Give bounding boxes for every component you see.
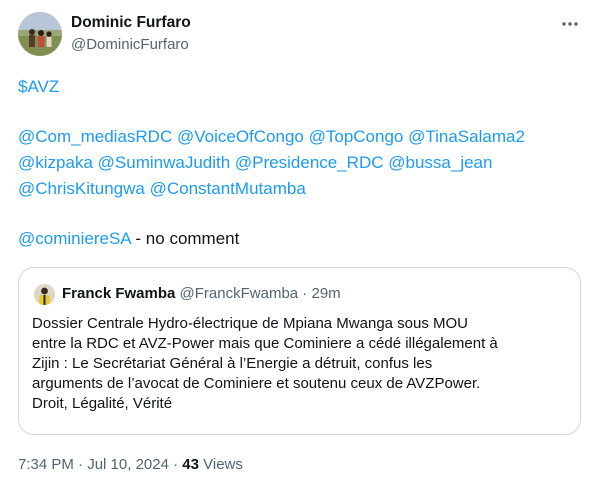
views-count: 43 [182,456,199,473]
quote-text-line: Droit, Légalité, Vérité [32,395,173,412]
mention-link[interactable]: @VoiceOfCongo [177,127,304,146]
quote-author-handle[interactable]: @FranckFwamba [180,285,299,302]
post-date[interactable]: Jul 10, 2024 [87,456,169,473]
mention-link[interactable]: @kizpaka [18,153,93,172]
mention-link[interactable]: @cominiereSA [18,229,131,248]
mentions-line-3: @ChrisKitungwa @ConstantMutamba [18,176,583,202]
quote-text-line: Dossier Centrale Hydro-électrique de Mpi… [32,315,469,332]
avatar-photo [18,12,62,56]
quote-text: Dossier Centrale Hydro-électrique de Mpi… [32,314,572,414]
mention-link[interactable]: @ConstantMutamba [150,179,306,198]
author-handle[interactable]: @DominicFurfaro [71,36,189,53]
mention-link[interactable]: @SuminwaJudith [98,153,231,172]
post-time[interactable]: 7:34 PM [18,456,74,473]
footer-separator: · [168,456,183,473]
reply-text: - no comment [130,229,240,248]
quote-text-line: Zijin : Le Secrétariat Général à l’Energ… [32,355,433,372]
quote-header: Franck Fwamba @FranckFwamba · 29m [62,285,341,302]
footer-separator: · [73,456,88,473]
quote-avatar[interactable] [34,284,55,305]
mentions-line-1: @Com_mediasRDC @VoiceOfCongo @TopCongo @… [18,124,583,150]
mention-link[interactable]: @TopCongo [309,127,404,146]
cashtag-link[interactable]: $AVZ [18,77,59,96]
mentions-line-2: @kizpaka @SuminwaJudith @Presidence_RDC … [18,150,583,176]
quote-author-name[interactable]: Franck Fwamba [62,285,175,302]
mention-link[interactable]: @bussa_jean [388,153,492,172]
mention-link[interactable]: @ChrisKitungwa [18,179,145,198]
mention-link[interactable]: @TinaSalama2 [408,127,525,146]
quote-text-line: entre la RDC et AVZ-Power mais que Comin… [32,335,498,352]
tweet: Dominic Furfaro @DominicFurfaro $AVZ @Co… [0,0,598,484]
quote-time[interactable]: 29m [311,285,340,302]
quoted-tweet[interactable]: Franck Fwamba @FranckFwamba · 29m Dossie… [18,267,581,435]
views-label: Views [198,456,243,473]
quote-separator: · [298,285,312,302]
tweet-text: $AVZ @Com_mediasRDC @VoiceOfCongo @TopCo… [18,74,583,252]
quote-avatar-photo [34,284,55,305]
quote-text-line: arguments de l’avocat de Cominiere et so… [32,375,481,392]
reply-line: @cominiereSA - no comment [18,226,583,252]
mention-link[interactable]: @Presidence_RDC [235,153,384,172]
tweet-footer: 7:34 PM · Jul 10, 2024 · 43 Views [18,456,243,473]
avatar[interactable] [18,12,62,56]
more-horizontal-icon[interactable] [558,14,582,34]
mention-link[interactable]: @Com_mediasRDC [18,127,172,146]
author-name[interactable]: Dominic Furfaro [71,14,191,32]
